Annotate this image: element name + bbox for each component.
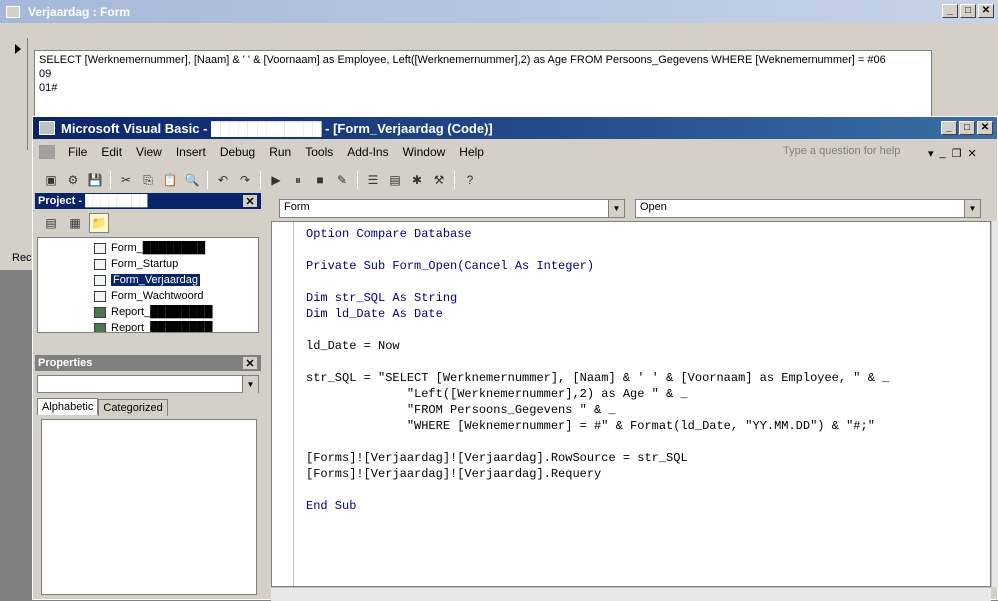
properties-tabs: Alphabetic Categorized — [37, 398, 168, 416]
tree-item[interactable]: Form_Wachtwoord — [94, 288, 204, 304]
menu-view[interactable]: View — [129, 145, 169, 159]
form-icon — [6, 5, 20, 18]
code-line: "WHERE [Weknemernummer] = #" & Format(ld… — [306, 419, 875, 433]
code-editor[interactable]: Option Compare Database Private Sub Form… — [271, 221, 991, 587]
tree-item[interactable]: Report_████████ — [94, 304, 212, 320]
chevron-down-icon: ▼ — [964, 200, 980, 217]
view-access-icon[interactable]: ▣ — [41, 170, 61, 190]
save-icon[interactable]: 💾 — [85, 170, 105, 190]
vb-window-title: Microsoft Visual Basic - ████████████ - … — [61, 120, 493, 136]
mdi-close-icon[interactable]: ✕ — [968, 147, 977, 160]
menu-edit[interactable]: Edit — [94, 145, 129, 159]
properties-window-icon[interactable]: ▤ — [385, 170, 405, 190]
menu-addins[interactable]: Add-Ins — [340, 145, 395, 159]
report-module-icon — [94, 322, 106, 332]
view-code-icon[interactable]: ▤ — [41, 213, 61, 233]
minimize-button[interactable]: _ — [942, 4, 958, 18]
toggle-folders-icon[interactable]: 📁 — [89, 213, 109, 233]
procedure-combo[interactable]: Open ▼ — [635, 199, 981, 218]
design-mode-icon[interactable]: ✎ — [332, 170, 352, 190]
ask-question-box[interactable]: Type a question for help — [783, 145, 943, 162]
chevron-down-icon: ▼ — [608, 200, 624, 217]
vba-menu-icon[interactable] — [39, 145, 55, 159]
toolbox-icon[interactable]: ⚒ — [429, 170, 449, 190]
menu-run[interactable]: Run — [262, 145, 298, 159]
copy-icon[interactable]: ⎘ — [138, 170, 158, 190]
run-icon[interactable]: ▶ — [266, 170, 286, 190]
object-browser-icon[interactable]: ✱ — [407, 170, 427, 190]
code-line: Private Sub Form_Open(Cancel As Integer) — [306, 259, 595, 273]
menu-insert[interactable]: Insert — [169, 145, 213, 159]
code-line: ld_Date = Now — [306, 339, 400, 353]
insert-module-icon[interactable]: ⚙ — [63, 170, 83, 190]
access-title-bar: Verjaardag : Form _ □ ✕ — [0, 0, 998, 23]
maximize-button[interactable]: □ — [960, 4, 976, 18]
menu-debug[interactable]: Debug — [213, 145, 262, 159]
find-icon[interactable]: 🔍 — [182, 170, 202, 190]
record-navigation-label: Rec — [12, 252, 32, 264]
code-line: str_SQL = "SELECT [Werknemernummer], [Na… — [306, 371, 890, 385]
project-explorer-title: Project - ████████ ✕ — [35, 193, 261, 209]
code-vertical-scrollbar[interactable] — [991, 221, 998, 587]
vb-editor-window: Microsoft Visual Basic - ████████████ - … — [32, 116, 998, 601]
undo-icon[interactable]: ↶ — [213, 170, 233, 190]
project-toolbar: ▤ ▦ 📁 — [35, 211, 261, 235]
tree-item[interactable]: Form_████████ — [94, 240, 205, 256]
menu-help[interactable]: Help — [452, 145, 491, 159]
object-combo[interactable]: Form ▼ — [279, 199, 625, 218]
form-module-icon — [94, 274, 106, 286]
paste-icon[interactable]: 📋 — [160, 170, 180, 190]
chevron-down-icon: ▼ — [242, 376, 258, 393]
project-close-icon[interactable]: ✕ — [243, 195, 257, 208]
properties-close-icon[interactable]: ✕ — [243, 357, 257, 370]
tab-alphabetic[interactable]: Alphabetic — [37, 398, 99, 415]
record-pointer-icon — [15, 44, 21, 54]
view-object-icon[interactable]: ▦ — [65, 213, 85, 233]
record-selector[interactable] — [8, 38, 28, 150]
report-module-icon — [94, 306, 106, 318]
properties-object-select[interactable]: ▼ — [37, 375, 259, 393]
code-margin[interactable] — [272, 222, 294, 586]
code-line: [Forms]![Verjaardag]![Verjaardag].Requer… — [306, 467, 602, 481]
tree-item-selected[interactable]: Form_Verjaardag — [94, 272, 200, 288]
project-explorer-icon[interactable]: ☰ — [363, 170, 383, 190]
code-line: Dim ld_Date As Date — [306, 307, 443, 321]
cut-icon[interactable]: ✂ — [116, 170, 136, 190]
form-module-icon — [94, 290, 106, 302]
form-module-icon — [94, 258, 106, 270]
sql-textbox[interactable]: SELECT [Werknemernummer], [Naam] & ' ' &… — [34, 50, 932, 120]
dropdown-arrow-icon[interactable]: ▾ — [928, 147, 934, 160]
tab-categorized[interactable]: Categorized — [98, 399, 168, 416]
code-line: "FROM Persoons_Gegevens " & _ — [306, 403, 616, 417]
tree-item[interactable]: Form_Startup — [94, 256, 178, 272]
reset-icon[interactable]: ■ — [310, 170, 330, 190]
code-line: "Left([Werknemernummer],2) as Age " & _ — [306, 387, 688, 401]
vb-app-icon — [39, 121, 55, 135]
vb-minimize-button[interactable]: _ — [941, 121, 957, 135]
break-icon[interactable]: ⏸ — [288, 170, 308, 190]
vb-maximize-button[interactable]: □ — [959, 121, 975, 135]
code-line: [Forms]![Verjaardag]![Verjaardag].RowSou… — [306, 451, 688, 465]
code-line: Option Compare Database — [306, 227, 472, 241]
code-line: Dim str_SQL As String — [306, 291, 458, 305]
code-horizontal-scrollbar[interactable] — [271, 587, 991, 601]
menu-window[interactable]: Window — [396, 145, 453, 159]
standard-toolbar: ▣ ⚙ 💾 ✂ ⎘ 📋 🔍 ↶ ↷ ▶ ⏸ ■ ✎ ☰ ▤ ✱ ⚒ ? — [41, 167, 701, 193]
help-icon[interactable]: ? — [460, 170, 480, 190]
vb-title-bar: Microsoft Visual Basic - ████████████ - … — [33, 117, 997, 139]
menu-file[interactable]: File — [61, 145, 94, 159]
access-window-title: Verjaardag : Form — [28, 4, 131, 19]
tree-item[interactable]: Report_████████ — [94, 320, 212, 332]
code-line: End Sub — [306, 499, 357, 513]
mdi-restore-icon[interactable]: ❐ — [952, 147, 962, 160]
form-module-icon — [94, 242, 106, 254]
vb-close-button[interactable]: ✕ — [977, 121, 993, 135]
redo-icon[interactable]: ↷ — [235, 170, 255, 190]
menu-tools[interactable]: Tools — [298, 145, 340, 159]
mdi-minimize-icon[interactable]: _ — [940, 147, 946, 160]
properties-title: Properties ✕ — [35, 355, 261, 371]
close-button[interactable]: ✕ — [978, 4, 994, 18]
properties-grid[interactable] — [41, 419, 257, 595]
project-tree: Form_████████ Form_Startup Form_Verjaard… — [37, 237, 259, 333]
